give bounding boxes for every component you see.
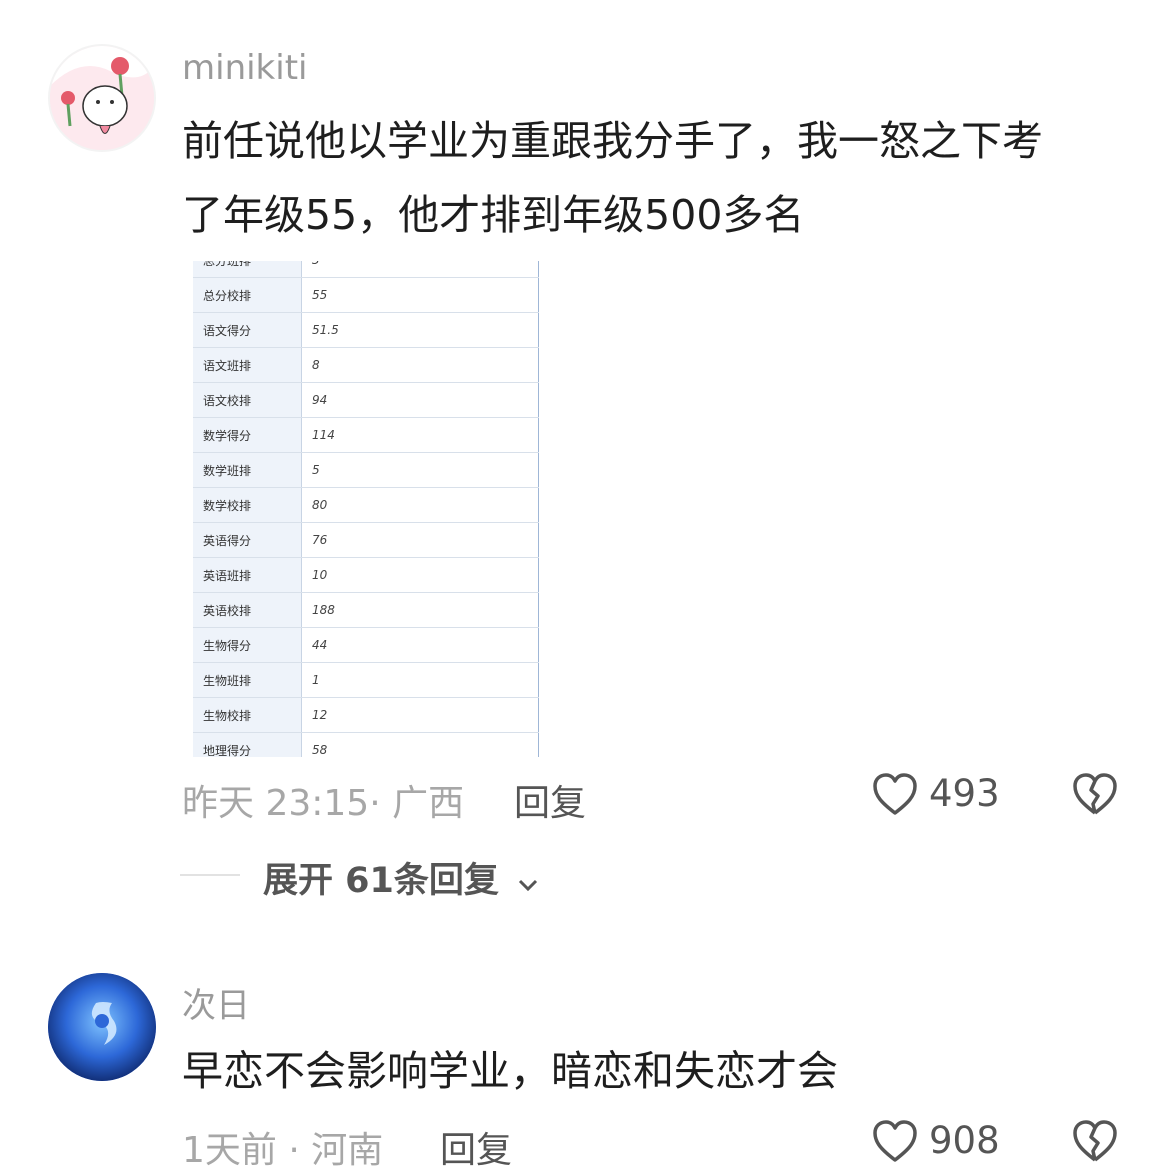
username[interactable]: 次日 bbox=[182, 978, 250, 1027]
table-cell-value: 3 bbox=[301, 261, 539, 278]
table-cell-value: 12 bbox=[301, 697, 539, 733]
chevron-down-icon bbox=[517, 862, 539, 902]
table-row: 地理得分 58 bbox=[193, 732, 539, 757]
table-row: 语文校排 94 bbox=[193, 382, 539, 418]
table-cell-value: 1 bbox=[301, 662, 539, 698]
table-cell-value: 44 bbox=[301, 627, 539, 663]
table-cell-key: 数学得分 bbox=[193, 417, 302, 453]
reply-button[interactable]: 回复 bbox=[514, 774, 586, 826]
table-cell-value: 80 bbox=[301, 487, 539, 523]
table-row: 生物得分 44 bbox=[193, 627, 539, 663]
avatar[interactable] bbox=[48, 973, 156, 1081]
table-cell-value: 76 bbox=[301, 522, 539, 558]
table-cell-key: 数学校排 bbox=[193, 487, 302, 523]
table-row: 语文得分 51.5 bbox=[193, 312, 539, 348]
table-cell-key: 语文校排 bbox=[193, 382, 302, 418]
table-row: 生物校排 12 bbox=[193, 697, 539, 733]
table-cell-key: 生物班排 bbox=[193, 662, 302, 698]
comment-text: 早恋不会影响学业，暗恋和失恋才会 bbox=[182, 1047, 838, 1095]
table-row: 数学班排 5 bbox=[193, 452, 539, 488]
divider bbox=[180, 874, 240, 876]
table-cell-key: 语文班排 bbox=[193, 347, 302, 383]
broken-heart-icon[interactable] bbox=[1072, 772, 1118, 816]
table-cell-value: 94 bbox=[301, 382, 539, 418]
table-cell-value: 10 bbox=[301, 557, 539, 593]
table-cell-key: 英语班排 bbox=[193, 557, 302, 593]
table-cell-key: 生物校排 bbox=[193, 697, 302, 733]
table-cell-key: 地理得分 bbox=[193, 732, 302, 757]
table-row: 语文班排 8 bbox=[193, 347, 539, 383]
table-row: 英语得分 76 bbox=[193, 522, 539, 558]
table-row: 英语校排 188 bbox=[193, 592, 539, 628]
table-row: 总分校排 55 bbox=[193, 277, 539, 313]
table-cell-key: 生物得分 bbox=[193, 627, 302, 663]
comment-text-line-2: 了年级55，他才排到年级500多名 bbox=[182, 191, 805, 239]
username[interactable]: minikiti bbox=[182, 48, 307, 88]
table-cell-value: 51.5 bbox=[301, 312, 539, 348]
table-cell-key: 语文得分 bbox=[193, 312, 302, 348]
table-cell-key: 数学班排 bbox=[193, 452, 302, 488]
expand-replies-button[interactable]: 展开 61条回复 bbox=[263, 852, 539, 903]
table-cell-value: 8 bbox=[301, 347, 539, 383]
table-row: 数学校排 80 bbox=[193, 487, 539, 523]
like-count: 908 bbox=[929, 1119, 1000, 1162]
heart-outline-icon[interactable] bbox=[872, 772, 918, 816]
table-cell-value: 114 bbox=[301, 417, 539, 453]
heart-outline-icon[interactable] bbox=[872, 1119, 918, 1163]
table-cell-key: 英语得分 bbox=[193, 522, 302, 558]
table-cell-value: 58 bbox=[301, 732, 539, 757]
table-cell-value: 188 bbox=[301, 592, 539, 628]
avatar[interactable] bbox=[48, 44, 156, 152]
like-count: 493 bbox=[929, 772, 1000, 815]
broken-heart-icon[interactable] bbox=[1072, 1119, 1118, 1163]
comment-text-line-1: 前任说他以学业为重跟我分手了，我一怒之下考 bbox=[182, 117, 1043, 165]
table-row: 英语班排 10 bbox=[193, 557, 539, 593]
table-cell-key: 总分班排 bbox=[193, 261, 302, 278]
table-cell-key: 总分校排 bbox=[193, 277, 302, 313]
table-row: 生物班排 1 bbox=[193, 662, 539, 698]
time-location: 昨天 23:15· 广西 bbox=[182, 783, 465, 824]
table-row: 数学得分 114 bbox=[193, 417, 539, 453]
table-cell-value: 55 bbox=[301, 277, 539, 313]
expand-replies-label: 展开 61条回复 bbox=[263, 861, 499, 901]
time-location: 1天前 · 河南 bbox=[182, 1130, 384, 1171]
reply-button[interactable]: 回复 bbox=[440, 1121, 512, 1173]
table-row: 总分班排3 bbox=[193, 261, 539, 278]
table-cell-key: 英语校排 bbox=[193, 592, 302, 628]
table-cell-value: 5 bbox=[301, 452, 539, 488]
score-table-image[interactable]: 总分班排3总分校排55语文得分51.5语文班排8语文校排94数学得分114数学班… bbox=[193, 261, 539, 757]
